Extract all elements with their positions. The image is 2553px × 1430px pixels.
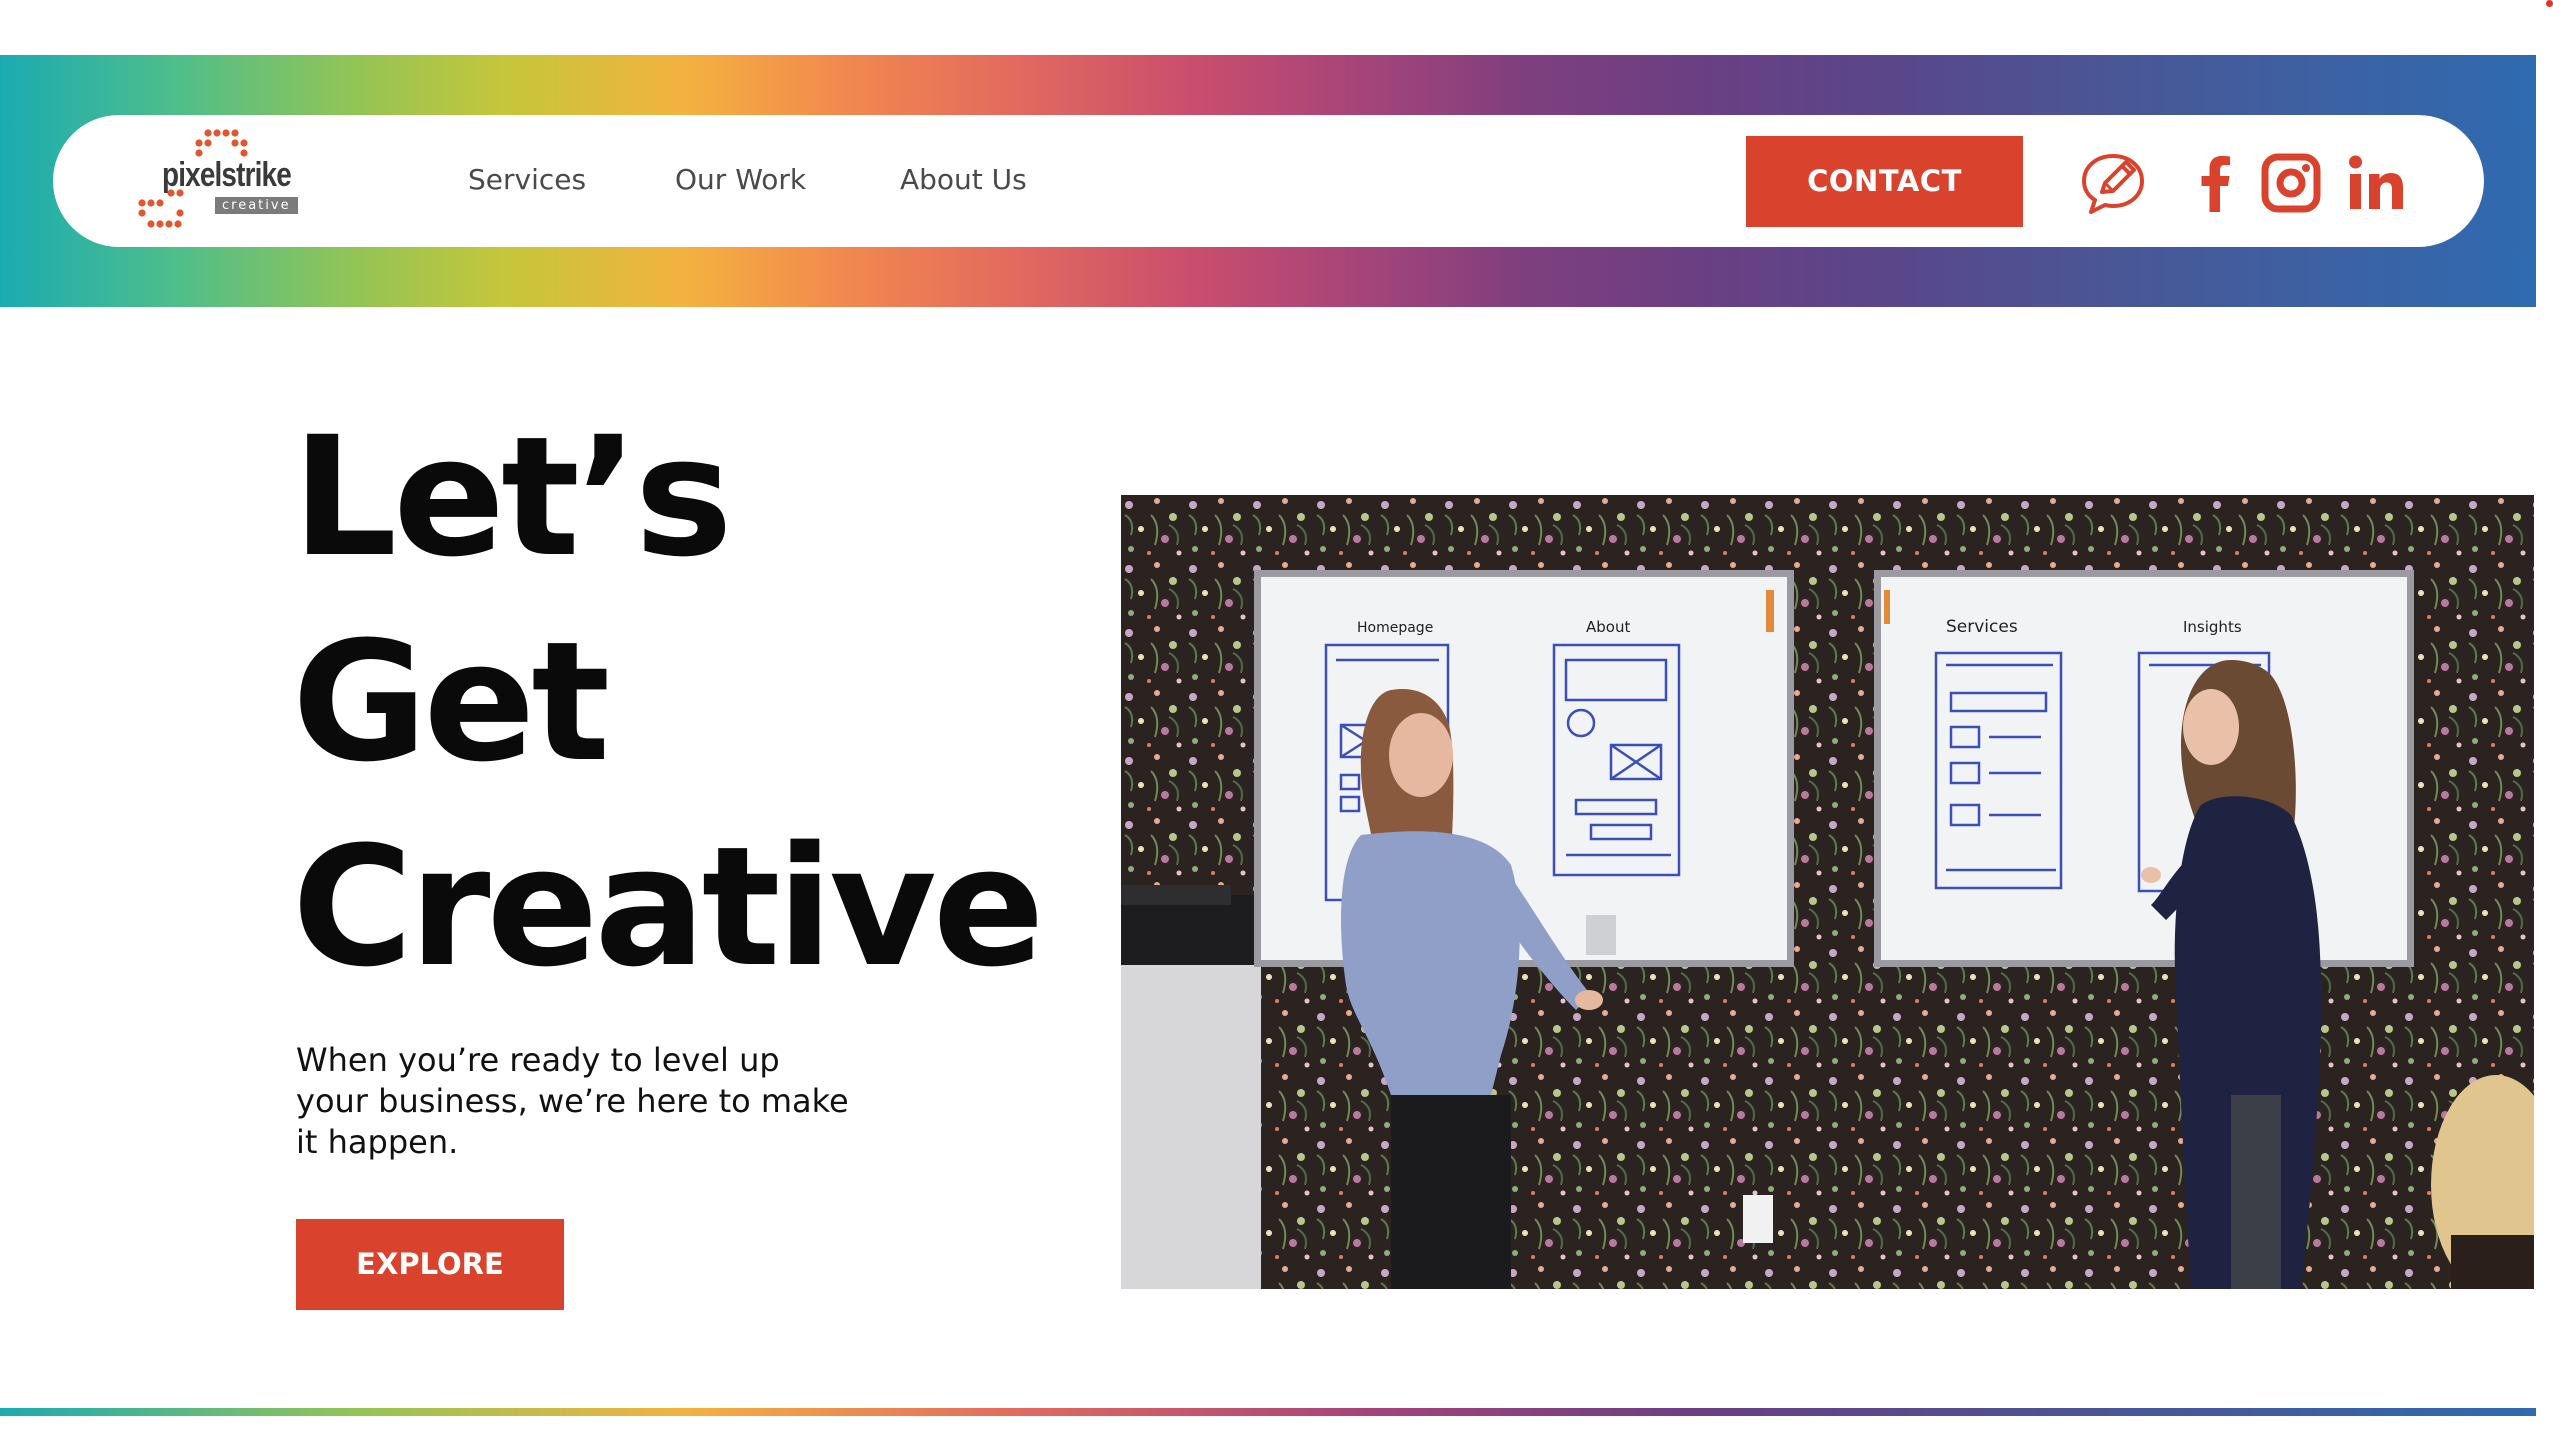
page: pixelstrike creative Services Our Work A… (0, 0, 2553, 1430)
pixelstrike-logo[interactable]: pixelstrike creative (137, 128, 307, 234)
nav-link-services[interactable]: Services (468, 160, 586, 200)
whiteboard-label-homepage: Homepage (1357, 620, 1433, 636)
instagram-icon[interactable] (2258, 150, 2324, 216)
hero-title-line-3: Creative (292, 811, 1045, 1003)
whiteboard-label-about: About (1586, 618, 1630, 636)
hero-subtitle: When you’re ready to level up your busin… (296, 1041, 849, 1161)
hero-title: Let’s Get Creative (292, 395, 1045, 1010)
pencil-chat-icon[interactable] (2080, 150, 2146, 216)
logo-tagline: creative (215, 197, 298, 214)
whiteboard-label-insights: Insights (2183, 618, 2242, 636)
nav-link-about-us[interactable]: About Us (900, 160, 1027, 200)
logo-wordmark: pixelstrike (162, 156, 292, 194)
hero-title-line-2: Get (292, 606, 610, 798)
explore-button[interactable]: EXPLORE (296, 1219, 564, 1310)
contact-button[interactable]: CONTACT (1746, 136, 2023, 227)
linkedin-icon[interactable] (2344, 150, 2410, 216)
hero-title-line-1: Let’s (292, 401, 733, 593)
hero-photo: Homepage About Services Insights (1121, 495, 2534, 1289)
corner-indicator (2546, 0, 2553, 7)
footer-gradient-stripe (0, 1408, 2536, 1416)
facebook-icon[interactable] (2183, 150, 2249, 216)
logo-pixel-dots-top (195, 129, 248, 157)
whiteboard-label-services: Services (1946, 617, 2018, 637)
nav-link-our-work[interactable]: Our Work (675, 160, 806, 200)
